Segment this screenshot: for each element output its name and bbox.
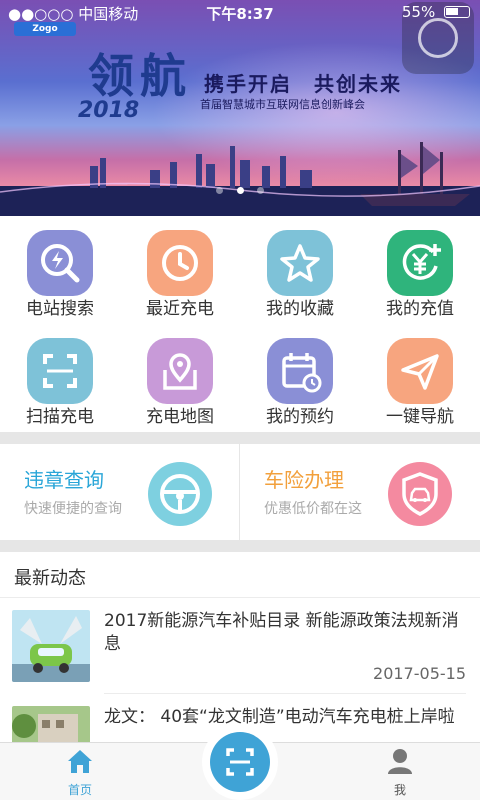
grid-item-label: 充电地图 bbox=[146, 407, 214, 427]
news-title: 2017新能源汽车补贴目录 新能源政策法规新消息 bbox=[104, 611, 459, 654]
pager-dot[interactable] bbox=[216, 187, 224, 194]
grid-item-label: 我的预约 bbox=[266, 407, 334, 427]
tab-me-label: 我 bbox=[393, 783, 406, 797]
card-subtitle: 快速便捷的查询 bbox=[24, 501, 122, 517]
grid-item-reservation[interactable]: 我的预约 bbox=[240, 324, 360, 432]
news-thumbnail bbox=[12, 610, 90, 682]
status-bar: ●●○○○ 中国移动 下午8:37 55% bbox=[0, 0, 480, 26]
grid-item-recent-charge[interactable]: 最近充电 bbox=[120, 216, 240, 324]
banner-summit-name: 首届智慧城市互联网信息创新峰会 bbox=[200, 98, 365, 111]
car-shield-icon bbox=[388, 462, 452, 526]
grid-item-top-up[interactable]: 我的充值 bbox=[360, 216, 480, 324]
news-date: 2017-05-15 bbox=[373, 664, 466, 683]
pager-dot-active[interactable] bbox=[236, 187, 244, 194]
promo-banner[interactable]: Zogo 领航 2018 携手开启 共创未来 首届智慧城市互联网信息创新峰会 bbox=[0, 0, 480, 216]
search-lightning-icon bbox=[27, 230, 93, 296]
city-skyline-illustration bbox=[0, 142, 480, 216]
card-subtitle: 优惠低价都在这 bbox=[264, 501, 362, 517]
news-title: 龙文： 40套“龙文制造”电动汽车充电桩上岸啦 bbox=[104, 707, 455, 727]
grid-item-favorites[interactable]: 我的收藏 bbox=[240, 216, 360, 324]
car-insurance-card[interactable]: 车险办理 优惠低价都在这 bbox=[240, 444, 480, 540]
calendar-clock-icon bbox=[267, 338, 333, 404]
grid-item-label: 我的收藏 bbox=[266, 299, 334, 319]
clock-icon bbox=[147, 230, 213, 296]
violation-query-card[interactable]: 违章查询 快速便捷的查询 bbox=[0, 444, 240, 540]
grid-item-label: 我的充值 bbox=[386, 299, 454, 319]
banner-title: 领航 bbox=[88, 49, 192, 103]
card-title: 违章查询 bbox=[24, 468, 104, 492]
map-pin-icon bbox=[147, 338, 213, 404]
news-header-title: 最新动态 bbox=[14, 568, 86, 589]
steering-wheel-icon bbox=[148, 462, 212, 526]
scan-icon bbox=[226, 748, 254, 776]
feature-grid: 电站搜索 最近充电 我的收藏 我的充值 扫描充电 充电地图 我的预约 一键导航 bbox=[0, 216, 480, 432]
tab-home[interactable]: 首页 bbox=[40, 747, 120, 798]
app-screen: Zogo 领航 2018 携手开启 共创未来 首届智慧城市互联网信息创新峰会 ●… bbox=[0, 0, 480, 800]
banner-slogan: 携手开启 共创未来 bbox=[204, 72, 402, 96]
grid-item-label: 电站搜索 bbox=[26, 299, 94, 319]
home-icon bbox=[68, 750, 92, 773]
scan-charge-button[interactable] bbox=[202, 724, 278, 800]
user-icon bbox=[388, 749, 412, 774]
grid-item-station-search[interactable]: 电站搜索 bbox=[0, 216, 120, 324]
grid-item-scan-charge[interactable]: 扫描充电 bbox=[0, 324, 120, 432]
paper-plane-icon bbox=[387, 338, 453, 404]
pager-dot[interactable] bbox=[256, 187, 264, 194]
banner-pager-dots bbox=[0, 179, 480, 198]
news-section-header: 最新动态 bbox=[0, 552, 480, 598]
tab-me[interactable]: 我 bbox=[360, 747, 440, 798]
grid-item-label: 一键导航 bbox=[386, 407, 454, 427]
section-divider bbox=[0, 432, 480, 444]
battery-indicator: 55% bbox=[402, 3, 470, 21]
tab-home-label: 首页 bbox=[67, 783, 92, 797]
banner-year: 2018 bbox=[78, 98, 140, 123]
card-title: 车险办理 bbox=[264, 468, 344, 492]
grid-item-label: 扫描充电 bbox=[26, 407, 94, 427]
battery-icon bbox=[444, 6, 470, 18]
scan-icon bbox=[27, 338, 93, 404]
service-cards: 违章查询 快速便捷的查询 车险办理 优惠低价都在这 bbox=[0, 444, 480, 540]
news-item[interactable]: 2017新能源汽车补贴目录 新能源政策法规新消息 2017-05-15 bbox=[0, 598, 480, 694]
grid-item-charge-map[interactable]: 充电地图 bbox=[120, 324, 240, 432]
star-icon bbox=[267, 230, 333, 296]
battery-percent: 55% bbox=[401, 3, 436, 21]
grid-item-label: 最近充电 bbox=[146, 299, 214, 319]
grid-item-navigation[interactable]: 一键导航 bbox=[360, 324, 480, 432]
section-divider bbox=[0, 540, 480, 552]
yuan-plus-icon bbox=[387, 230, 453, 296]
